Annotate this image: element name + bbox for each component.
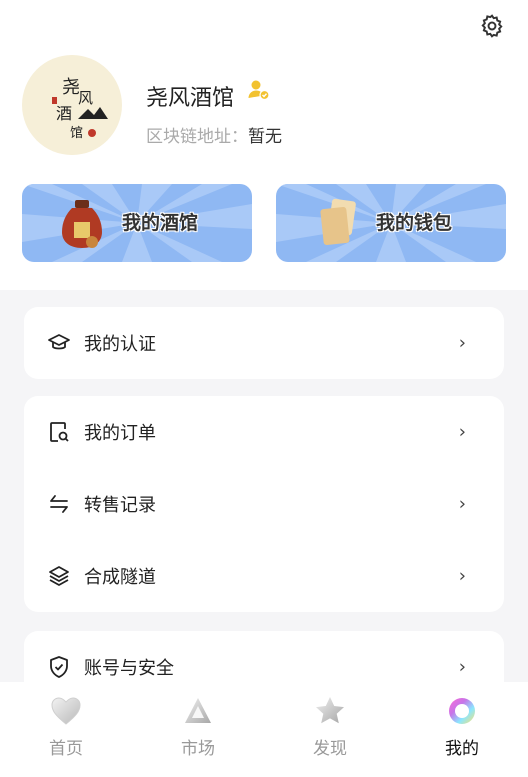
my-tavern-label: 我的酒馆	[122, 212, 199, 234]
wallet-cards-icon	[318, 198, 358, 252]
user-verified-icon	[247, 78, 271, 106]
menu-item-synthesis-tunnel[interactable]: 合成隧道 ›	[24, 540, 504, 612]
graduation-cap-icon	[46, 330, 72, 356]
menu-label: 我的认证	[84, 334, 156, 355]
avatar[interactable]: 尧 风 酒 馆	[22, 55, 122, 155]
menu-label: 我的订单	[84, 423, 156, 444]
avatar-logo: 尧 风 酒 馆	[52, 77, 108, 141]
my-wallet-card[interactable]: 我的钱包	[276, 184, 506, 262]
tab-label: 我的	[445, 739, 479, 759]
menu-item-resale-records[interactable]: 转售记录 ›	[24, 468, 504, 540]
chevron-right-icon: ›	[458, 656, 466, 678]
menu-group-trading: 我的订单 › 转售记录 › 合成隧道 ›	[24, 396, 504, 612]
triangle-icon	[181, 694, 215, 728]
heart-icon	[49, 694, 83, 728]
chevron-right-icon: ›	[458, 565, 466, 587]
profile-header: 尧 风 酒 馆 尧风酒馆 区块链地址：暂无 我的酒馆 我的钱包	[0, 0, 528, 290]
tab-label: 首页	[49, 739, 83, 759]
avatar-char-2: 风	[78, 89, 93, 107]
menu-item-orders[interactable]: 我的订单 ›	[24, 396, 504, 468]
my-tavern-card[interactable]: 我的酒馆	[22, 184, 252, 262]
blockchain-address: 区块链地址：暂无	[146, 122, 282, 147]
chevron-right-icon: ›	[458, 332, 466, 354]
gear-icon	[481, 14, 503, 38]
menu-label: 转售记录	[84, 495, 156, 516]
shield-check-icon	[46, 654, 72, 680]
orb-icon	[445, 694, 479, 728]
order-search-icon	[46, 419, 72, 445]
avatar-char-3: 酒	[56, 104, 72, 123]
tab-label: 市场	[181, 739, 215, 759]
bottom-tab-bar: 首页 市场 发现 我的	[0, 682, 528, 777]
menu-label: 合成隧道	[84, 567, 156, 588]
settings-button[interactable]	[478, 12, 506, 40]
tab-discover[interactable]: 发现	[264, 682, 396, 777]
tab-mine[interactable]: 我的	[396, 682, 528, 777]
wine-jar-icon	[60, 198, 104, 256]
tab-home[interactable]: 首页	[0, 682, 132, 777]
my-wallet-label: 我的钱包	[376, 212, 453, 234]
blockchain-address-label: 区块链地址：	[146, 127, 248, 147]
profile-name: 尧风酒馆	[146, 86, 235, 111]
chevron-right-icon: ›	[458, 421, 466, 443]
tab-label: 发现	[313, 739, 347, 759]
menu-group-verification: 我的认证 ›	[24, 307, 504, 379]
menu-label: 账号与安全	[84, 658, 174, 679]
menu-item-verification[interactable]: 我的认证 ›	[24, 307, 504, 379]
blockchain-address-value: 暂无	[248, 127, 282, 147]
chevron-right-icon: ›	[458, 493, 466, 515]
star-icon	[313, 694, 347, 728]
transfer-icon	[46, 491, 72, 517]
avatar-char-4: 馆	[70, 126, 83, 141]
tab-market[interactable]: 市场	[132, 682, 264, 777]
layers-icon	[46, 563, 72, 589]
